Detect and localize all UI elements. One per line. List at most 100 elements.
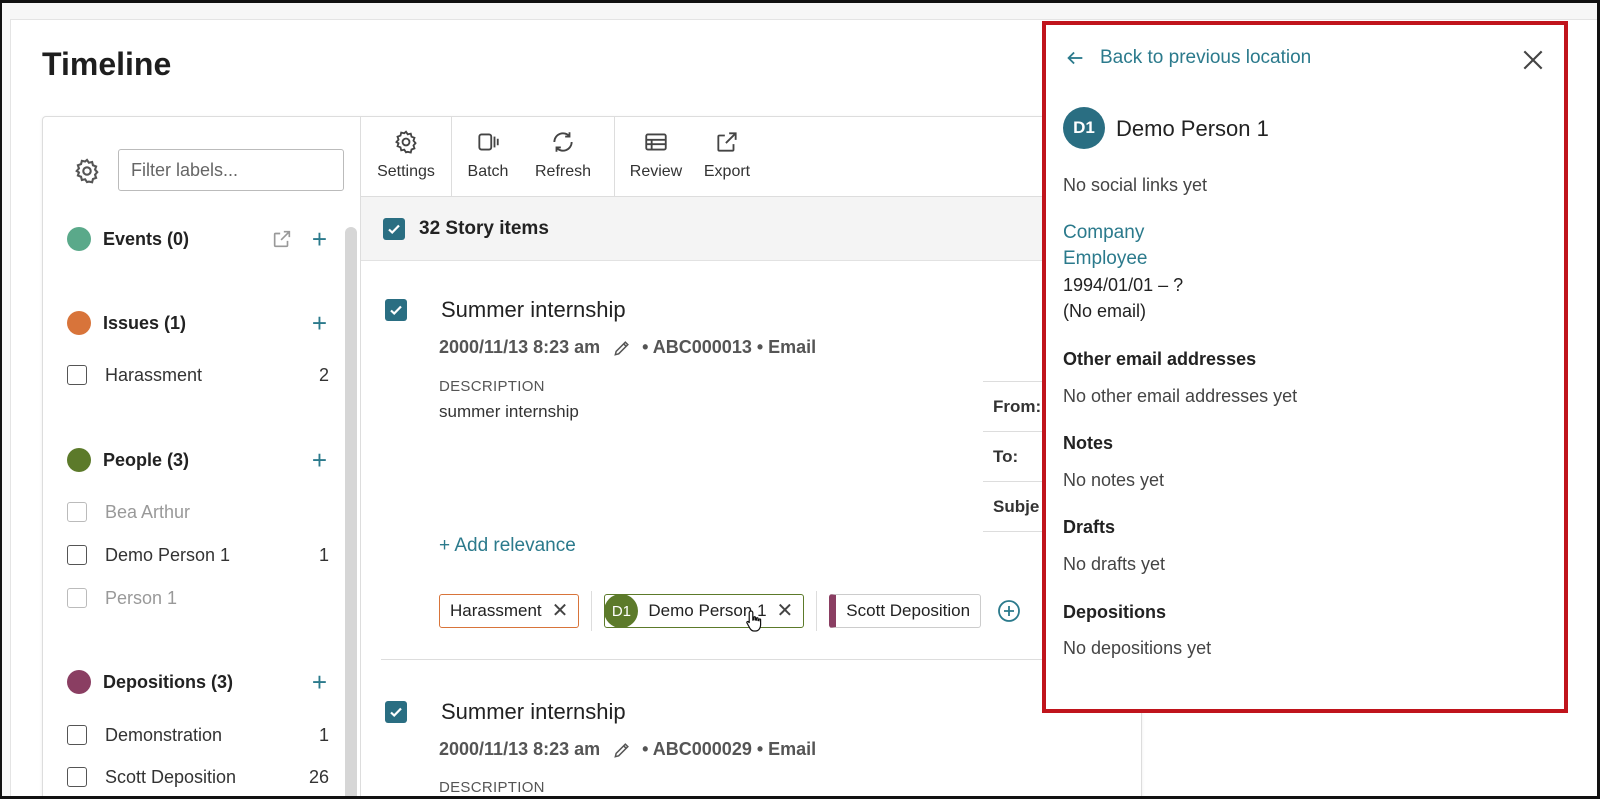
employment-dates: 1994/01/01 – ?: [1063, 275, 1184, 295]
issue-count: 2: [318, 364, 329, 385]
person-label: Bea Arthur: [105, 501, 191, 522]
select-all-checkbox[interactable]: [383, 217, 405, 240]
external-link-icon[interactable]: [271, 228, 293, 250]
item-divider: [381, 659, 1142, 660]
role-link[interactable]: Employee: [1063, 248, 1148, 270]
batch-button[interactable]: Batch: [452, 117, 524, 196]
notes-text: No notes yet: [1063, 470, 1165, 490]
people-color-dot: [67, 448, 91, 472]
deposition-count: 26: [308, 766, 329, 787]
toolbar: Settings Batch Refresh Review Export: [361, 117, 1142, 197]
checkbox[interactable]: [67, 767, 87, 787]
check-icon: [390, 305, 402, 316]
story-items-bar: 32 Story items: [361, 197, 1142, 261]
checkbox[interactable]: [67, 588, 87, 608]
close-icon[interactable]: ✕: [777, 601, 794, 621]
add-event-plus-icon[interactable]: +: [312, 224, 327, 254]
section-events[interactable]: Events (0) +: [67, 224, 327, 254]
add-relevance-link[interactable]: + Add relevance: [439, 535, 576, 557]
depositions-label: Depositions (3): [103, 671, 234, 692]
chip-label: Harassment: [450, 601, 542, 620]
depositions-heading: Depositions: [1063, 602, 1167, 622]
other-email-text: No other email addresses yet: [1063, 386, 1298, 406]
deposition-label: Demonstration: [105, 724, 223, 745]
checkbox[interactable]: [67, 725, 87, 745]
back-label: Back to previous location: [1100, 47, 1312, 68]
batch-icon: [478, 133, 499, 151]
item-meta: 2000/11/13 8:23 am • ABC000029 • Email: [439, 739, 816, 760]
pencil-icon[interactable]: [612, 740, 632, 760]
section-issues[interactable]: Issues (1) +: [67, 308, 327, 338]
issue-label: Harassment: [105, 364, 203, 385]
person-name: Demo Person 1: [1116, 116, 1269, 141]
description-label: DESCRIPTION: [439, 779, 545, 796]
company-email: (No email): [1063, 301, 1147, 321]
section-people[interactable]: People (3) +: [67, 445, 327, 475]
checkbox[interactable]: [67, 365, 87, 385]
filter-labels-input[interactable]: [118, 149, 344, 191]
person-item-demo-person-1[interactable]: Demo Person 1 1: [67, 540, 329, 570]
depositions-color-dot: [67, 670, 91, 694]
item-checkbox[interactable]: [385, 701, 407, 723]
issue-item-harassment[interactable]: Harassment 2: [67, 360, 329, 390]
social-links-text: No social links yet: [1063, 175, 1208, 195]
description-text: summer internship: [439, 402, 579, 421]
deposition-chip[interactable]: Scott Deposition: [829, 594, 982, 628]
description-label: DESCRIPTION: [439, 378, 545, 395]
item-date: 2000/11/13 8:23 am: [439, 739, 601, 759]
arrow-left-icon: [1067, 51, 1083, 65]
add-issue-plus-icon[interactable]: +: [312, 308, 327, 338]
review-label: Review: [629, 163, 683, 180]
checkbox[interactable]: [67, 545, 87, 565]
item-doc-info: • ABC000013 • Email: [642, 337, 817, 357]
person-label: Person 1: [105, 587, 178, 608]
issue-chip[interactable]: Harassment ✕: [439, 594, 580, 628]
export-label: Export: [703, 163, 751, 180]
checkbox[interactable]: [67, 502, 87, 522]
pencil-icon[interactable]: [612, 338, 632, 358]
item-checkbox[interactable]: [385, 299, 407, 321]
section-depositions[interactable]: Depositions (3) +: [67, 667, 327, 697]
story-item: Summer internship 2000/11/13 8:23 am • A…: [361, 661, 1142, 796]
add-circle-icon[interactable]: [997, 599, 1021, 623]
labels-sidebar: Events (0) + Issues (1) + Harassment 2: [43, 117, 361, 796]
person-count: 1: [318, 544, 329, 565]
person-item-bea-arthur[interactable]: Bea Arthur: [67, 497, 329, 527]
export-button[interactable]: Export: [697, 117, 757, 196]
close-icon[interactable]: [1520, 47, 1546, 73]
add-person-plus-icon[interactable]: +: [312, 445, 327, 475]
deposition-item-demonstration[interactable]: Demonstration 1: [67, 720, 329, 750]
refresh-icon: [553, 132, 573, 152]
story-item: Summer internship 2000/11/13 8:23 am • A…: [361, 261, 1143, 661]
issues-label: Issues (1): [103, 312, 187, 333]
item-meta: 2000/11/13 8:23 am • ABC000013 • Email: [439, 337, 816, 358]
person-chip[interactable]: D1 Demo Person 1 ✕: [604, 594, 805, 628]
refresh-label: Refresh: [534, 163, 592, 180]
gear-icon[interactable]: [73, 157, 101, 185]
item-title[interactable]: Summer internship: [441, 699, 626, 725]
close-icon[interactable]: ✕: [552, 601, 569, 621]
story-count: 32 Story items: [419, 217, 549, 239]
settings-button[interactable]: Settings: [361, 117, 451, 196]
screen-frame: Timeline Events (0) + Issues (1): [0, 0, 1600, 799]
back-to-previous-link[interactable]: Back to previous location: [1064, 47, 1311, 69]
review-button[interactable]: Review: [615, 117, 697, 196]
drafts-text: No drafts yet: [1063, 554, 1166, 574]
company-link[interactable]: Company: [1063, 222, 1144, 244]
chip-divider: [816, 591, 818, 631]
person-label: Demo Person 1: [105, 544, 231, 565]
people-label: People (3): [103, 449, 190, 470]
add-deposition-plus-icon[interactable]: +: [312, 667, 327, 697]
timeline-card: Events (0) + Issues (1) + Harassment 2: [42, 116, 1143, 796]
label-chips: Harassment ✕ D1 Demo Person 1 ✕ Scott De…: [439, 591, 1021, 631]
events-label: Events (0): [103, 228, 190, 249]
hand-cursor-icon: [746, 610, 762, 632]
person-item-person-1[interactable]: Person 1: [67, 583, 329, 613]
refresh-button[interactable]: Refresh: [524, 117, 602, 196]
sidebar-scrollbar-thumb[interactable]: [345, 227, 357, 796]
export-icon: [717, 132, 737, 152]
deposition-item-scott-deposition[interactable]: Scott Deposition 26: [67, 762, 329, 792]
gear-icon: [395, 130, 417, 154]
batch-label: Batch: [467, 163, 509, 180]
item-title[interactable]: Summer internship: [441, 297, 626, 323]
